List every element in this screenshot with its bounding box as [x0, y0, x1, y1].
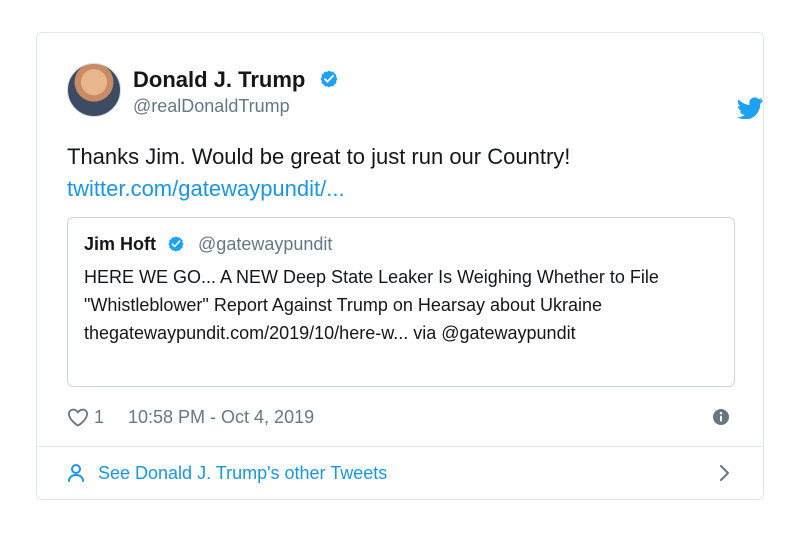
embedded-tweet-card: Donald J. Trump @realDonaldTrump Thanks … — [36, 32, 764, 500]
tweet-timestamp[interactable]: 10:58 PM - Oct 4, 2019 — [128, 407, 314, 428]
verified-badge-icon — [320, 70, 338, 88]
tweet-header: Donald J. Trump @realDonaldTrump — [67, 63, 763, 119]
verified-badge-icon — [168, 236, 184, 252]
quoted-author-handle[interactable]: @gatewaypundit — [198, 234, 332, 254]
tweet-body: Thanks Jim. Would be great to just run o… — [67, 144, 571, 169]
tweet-meta: 1 10:58 PM - Oct 4, 2019 — [67, 405, 731, 433]
quoted-tweet[interactable]: Jim Hoft @gatewaypundit HERE WE GO... A … — [67, 217, 735, 387]
twitter-bird-icon[interactable] — [737, 97, 763, 119]
author-name[interactable]: Donald J. Trump — [133, 67, 339, 93]
author-handle[interactable]: @realDonaldTrump — [133, 96, 290, 117]
tweet-text: Thanks Jim. Would be great to just run o… — [67, 141, 747, 205]
quoted-tweet-header: Jim Hoft @gatewaypundit — [84, 234, 332, 255]
heart-icon[interactable] — [67, 407, 89, 427]
person-icon — [68, 464, 84, 482]
chevron-right-icon[interactable] — [719, 464, 731, 482]
quoted-tweet-text: HERE WE GO... A NEW Deep State Leaker Is… — [84, 267, 659, 343]
avatar[interactable] — [67, 63, 121, 117]
quoted-author-name[interactable]: Jim Hoft — [84, 234, 156, 254]
like-count[interactable]: 1 — [94, 407, 104, 428]
other-tweets-footer[interactable]: See Donald J. Trump's other Tweets — [67, 463, 737, 485]
see-other-tweets-link[interactable]: See Donald J. Trump's other Tweets — [98, 463, 387, 484]
card-divider — [37, 446, 763, 447]
info-icon[interactable] — [713, 409, 729, 425]
tweet-link[interactable]: twitter.com/gatewaypundit/... — [67, 173, 747, 205]
